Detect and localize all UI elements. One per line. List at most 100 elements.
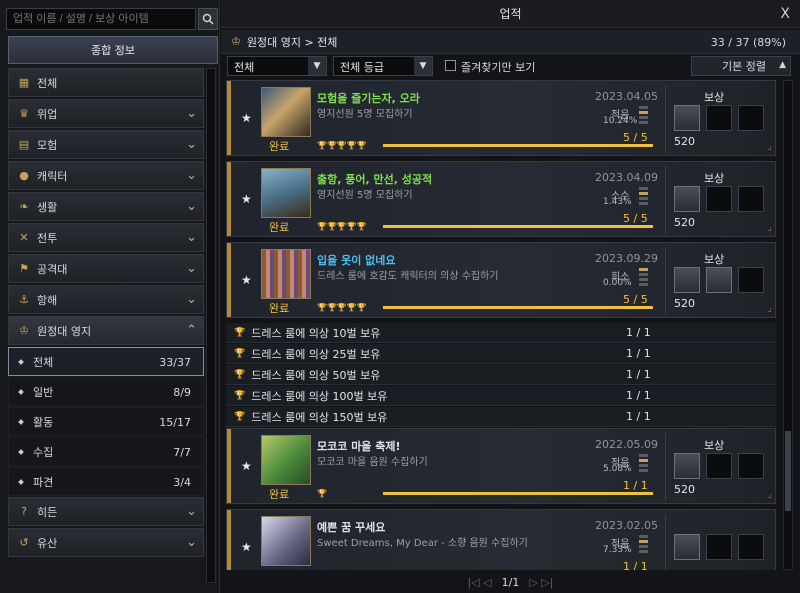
search-input[interactable] [6,8,196,30]
reward-amount: 520 [674,216,695,229]
last-page-icon[interactable]: ▷ ▷| [529,576,553,589]
reward-slot[interactable] [674,453,700,479]
achievement-card[interactable]: ★ 완료 모코코 마을 축제! 모코코 마을 음원 수집하기 2022.05.0… [226,428,776,504]
subcategory-count: 33/37 [159,356,191,369]
bullet-icon [18,448,24,455]
achievement-description: 영지선원 5명 모집하기 [317,190,413,201]
progress-count: 5 / 5 [623,293,648,306]
sidebar-item-life[interactable]: ❧ 생활 ⌄ [8,192,204,221]
bullet-icon [18,388,24,395]
reward-slot[interactable] [674,105,700,131]
star-icon[interactable]: ★ [241,273,252,287]
chevron-down-icon: ⌄ [186,504,197,519]
expand-icon[interactable]: ⌟ [767,489,772,500]
sub-achievement-label: 드레스 룸에 의상 100벌 보유 [251,389,388,403]
category-list: ▦ 전체 ♛ 위업 ⌄ ▤ 모험 ⌄ ● 캐릭터 ⌄ ❧ 생활 ⌄ ✕ 전투 ⌄ ⚑ 공격대 ⌄ ⚓ 항해 ⌄… [8,68,204,559]
reward-slot[interactable] [738,453,764,479]
sidebar-item-adventure[interactable]: ▤ 모험 ⌄ [8,130,204,159]
reward-slot[interactable] [706,453,732,479]
sort-select[interactable]: 기본 정렬 ▲ [691,56,791,76]
sidebar-item-hidden[interactable]: ? 히든 ⌄ [8,497,204,526]
sidebar-item-combat[interactable]: ✕ 전투 ⌄ [8,223,204,252]
subcategory-dispatch[interactable]: 파견 3/4 [8,467,204,496]
list-scrollbar[interactable] [783,80,793,570]
search-button[interactable] [198,8,218,30]
subcategory-label: 활동 [33,415,54,429]
reward-slot[interactable] [706,267,732,293]
subcategory-activity[interactable]: 활동 15/17 [8,407,204,436]
chevron-down-icon: ⌄ [186,230,197,245]
scrollbar-thumb[interactable] [785,431,791,511]
chevron-down-icon: ⌄ [186,261,197,276]
sidebar: 종합 정보 ▦ 전체 ♛ 위업 ⌄ ▤ 모험 ⌄ ● 캐릭터 ⌄ ❧ 생활 ⌄ ✕ 전투 ⌄ ⚑ 공격대… [0,0,220,593]
sidebar-item-all[interactable]: ▦ 전체 [8,68,204,97]
subcategory-general[interactable]: 일반 8/9 [8,377,204,406]
sidebar-item-raid[interactable]: ⚑ 공격대 ⌄ [8,254,204,283]
subcategory-count: 8/9 [173,386,191,399]
achievement-card[interactable]: ★ 예쁜 꿈 꾸세요 Sweet Dreams, My Dear - 소향 음원… [226,509,776,570]
grade-filter-select[interactable]: 전체 등급 ▼ [333,56,433,76]
achievement-card[interactable]: ★ 완료 출항, 풍어, 만선, 성공적 영지선원 5명 모집하기 2023.0… [226,161,776,237]
reward-slot[interactable] [738,534,764,560]
favorites-checkbox[interactable] [445,60,456,71]
star-icon[interactable]: ★ [241,192,252,206]
achievement-description: 모코코 마을 음원 수집하기 [317,457,428,468]
star-icon[interactable]: ★ [241,111,252,125]
star-icon[interactable]: ★ [241,459,252,473]
subcategory-label: 수집 [33,445,54,459]
first-page-icon[interactable]: |◁ ◁ [468,576,492,589]
reward-slot[interactable] [674,267,700,293]
completion-label: 완료 [269,488,290,501]
reward-slot[interactable] [738,267,764,293]
trophy-icon: 🏆 [234,390,246,401]
expand-icon[interactable]: ⌟ [767,303,772,314]
achievement-card[interactable]: ★ 완료 입을 옷이 없네요 드레스 룸에 호감도 캐릭터의 의상 수집하기 2… [226,242,776,318]
reward-slot[interactable] [706,186,732,212]
category-filter-value: 전체 [234,61,255,74]
rarity-meter [639,454,648,474]
progress-count: 5 / 5 [623,212,648,225]
sidebar-item-label: 위업 [37,107,58,121]
achievement-date: 2022.05.09 [595,438,658,451]
reward-slot[interactable] [706,105,732,131]
sub-achievement-row: 🏆 드레스 룸에 의상 150벌 보유 1 / 1 [226,407,776,427]
overall-progress: 33 / 37 (89%) [710,36,786,49]
achievement-date: 2023.09.29 [595,252,658,265]
expand-icon[interactable]: ⌟ [767,141,772,152]
grade-stars: 🏆 [317,489,327,498]
chevron-down-icon: ▼ [308,57,326,75]
sub-achievement-label: 드레스 룸에 의상 25벌 보유 [251,347,381,361]
sub-achievement-row: 🏆 드레스 룸에 의상 10벌 보유 1 / 1 [226,323,776,343]
card-accent [227,81,231,155]
subcategory-collection[interactable]: 수집 7/7 [8,437,204,466]
reward-slot[interactable] [674,534,700,560]
sidebar-item-voyage[interactable]: ⚓ 항해 ⌄ [8,285,204,314]
reward-slot[interactable] [674,186,700,212]
sidebar-item-character[interactable]: ● 캐릭터 ⌄ [8,161,204,190]
star-icon[interactable]: ★ [241,540,252,554]
card-accent [227,429,231,503]
ship-icon: ⚓ [19,293,29,306]
expand-icon[interactable]: ⌟ [767,222,772,233]
reward-slot[interactable] [706,534,732,560]
close-icon[interactable]: X [780,6,790,22]
sidebar-scrollbar[interactable] [206,68,216,583]
achievement-card[interactable]: ★ 완료 모험을 즐기는자, 오라 영지선원 5명 모집하기 2023.04.0… [226,80,776,156]
achievement-thumbnail [261,168,311,218]
grade-stars: 🏆🏆🏆🏆🏆 [317,303,367,312]
sub-achievement-label: 드레스 룸에 의상 50벌 보유 [251,368,381,382]
grade-stars: 🏆🏆🏆🏆🏆 [317,141,367,150]
rarity-meter [639,268,648,288]
sidebar-item-stronghold[interactable]: ♔ 원정대 영지 ⌃ [8,316,204,345]
trophy-icon: 🏆 [234,411,246,422]
subcategory-all[interactable]: 전체 33/37 [8,347,204,376]
reward-slot[interactable] [738,186,764,212]
sidebar-item-feat[interactable]: ♛ 위업 ⌄ [8,99,204,128]
sidebar-item-label: 생활 [37,200,58,214]
summary-button[interactable]: 종합 정보 [8,36,218,64]
sidebar-item-label: 유산 [37,536,58,550]
card-accent [227,510,231,570]
sidebar-item-legacy[interactable]: ↺ 유산 ⌄ [8,528,204,557]
category-filter-select[interactable]: 전체 ▼ [227,56,327,76]
reward-slot[interactable] [738,105,764,131]
